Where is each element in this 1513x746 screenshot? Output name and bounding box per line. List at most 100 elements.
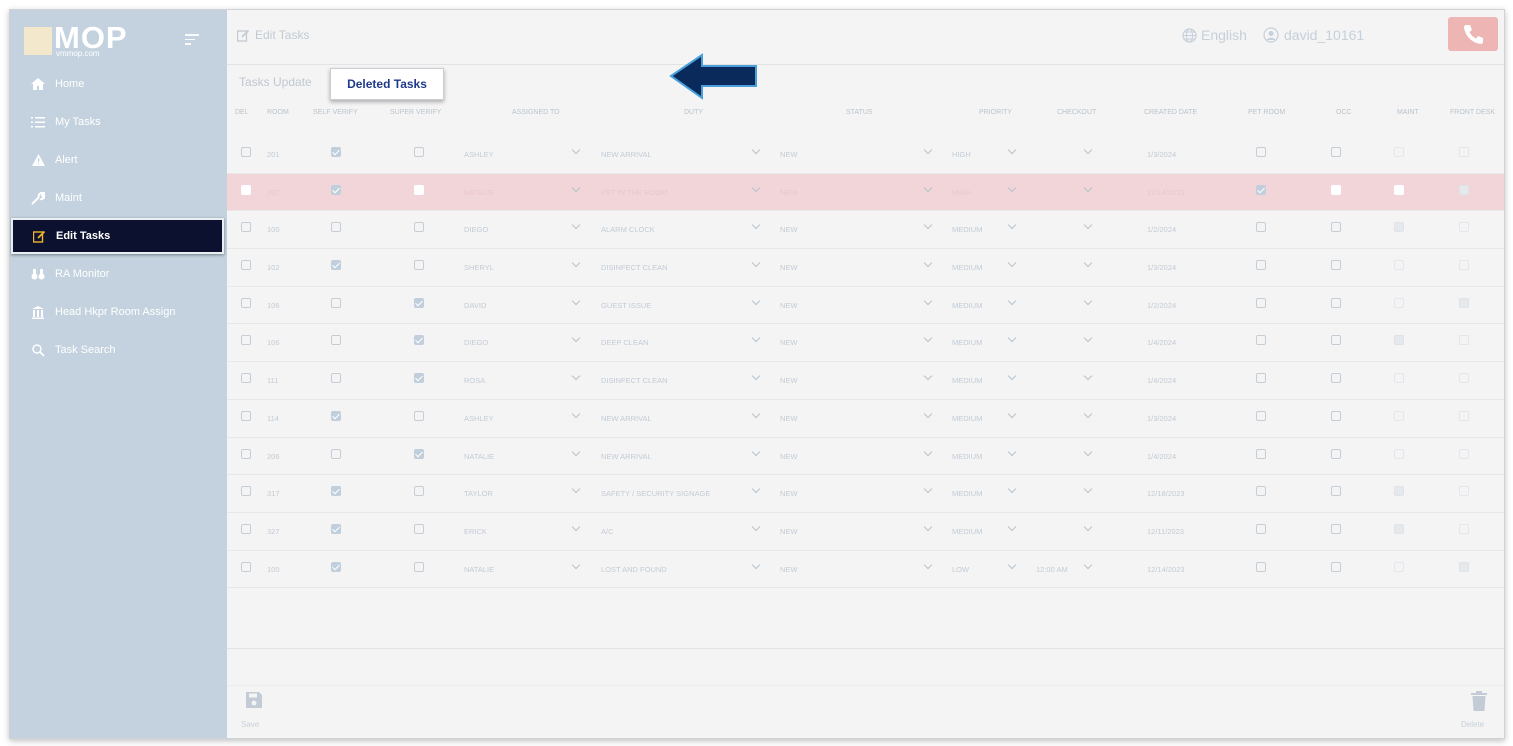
checkout-dropdown-icon[interactable] <box>1084 524 1092 532</box>
front-desk-checkbox[interactable] <box>1459 297 1469 308</box>
pet-room-checkbox[interactable] <box>1256 147 1266 157</box>
duty-dropdown-icon[interactable] <box>752 373 760 381</box>
table-row[interactable]: 317 TAYLOR SAFETY / SECURITY SIGNAGE NEW MED… <box>227 475 1504 513</box>
maint-checkbox[interactable] <box>1394 486 1404 497</box>
occ-checkbox[interactable] <box>1331 184 1341 195</box>
front-desk-checkbox[interactable] <box>1459 486 1469 497</box>
priority-dropdown-icon[interactable] <box>1008 260 1016 268</box>
sidebar-item-maint[interactable]: Maint <box>10 179 227 217</box>
self-verify-checkbox[interactable] <box>331 260 341 271</box>
priority-dropdown-icon[interactable] <box>1008 222 1016 230</box>
occ-checkbox[interactable] <box>1331 486 1341 497</box>
table-row[interactable]: 106 DIEGO DEEP CLEAN NEW MEDIUM 1/4/2024 <box>227 324 1504 363</box>
front-desk-checkbox[interactable] <box>1459 222 1469 233</box>
delete-checkbox[interactable] <box>241 335 251 346</box>
status-dropdown-icon[interactable] <box>924 449 932 457</box>
super-verify-checkbox[interactable] <box>414 410 424 421</box>
language-selector[interactable]: English <box>1182 27 1247 43</box>
pet-room-checkbox[interactable] <box>1256 561 1266 572</box>
table-row[interactable]: 102 SHERYL DISINFECT CLEAN NEW MEDIUM 1/3/202… <box>227 249 1504 287</box>
table-row[interactable]: 106 DAVID GUEST ISSUE NEW MEDIUM 1/2/2024 <box>227 287 1504 325</box>
checkout-dropdown-icon[interactable] <box>1084 449 1092 457</box>
occ-checkbox[interactable] <box>1331 222 1341 233</box>
front-desk-checkbox[interactable] <box>1459 561 1469 572</box>
delete-checkbox[interactable] <box>241 373 251 384</box>
status-dropdown-icon[interactable] <box>924 562 932 570</box>
checkout-dropdown-icon[interactable] <box>1084 298 1092 306</box>
sidebar-item-task-search[interactable]: Task Search <box>10 331 227 369</box>
phone-button[interactable] <box>1448 17 1498 51</box>
table-row[interactable]: 100 DIEGO ALARM CLOCK NEW MEDIUM 1/2/2024 <box>227 211 1504 250</box>
maint-checkbox[interactable] <box>1394 222 1404 233</box>
assigned-to-dropdown-icon[interactable] <box>572 524 580 532</box>
maint-checkbox[interactable] <box>1394 297 1404 308</box>
column-header[interactable]: SELF VERIFY <box>313 109 358 116</box>
assigned-to-dropdown-icon[interactable] <box>572 147 580 155</box>
front-desk-checkbox[interactable] <box>1459 335 1469 346</box>
duty-dropdown-icon[interactable] <box>752 524 760 532</box>
occ-checkbox[interactable] <box>1331 373 1341 384</box>
occ-checkbox[interactable] <box>1331 561 1341 572</box>
delete-checkbox[interactable] <box>241 297 251 308</box>
delete-button[interactable] <box>1467 691 1491 716</box>
column-header[interactable]: OCC <box>1336 109 1352 116</box>
super-verify-checkbox[interactable] <box>414 297 424 308</box>
pet-room-checkbox[interactable] <box>1256 410 1266 421</box>
self-verify-checkbox[interactable] <box>331 486 341 497</box>
column-header[interactable]: PET ROOM <box>1248 109 1285 116</box>
column-header[interactable]: PRIORITY <box>979 109 1012 116</box>
self-verify-checkbox[interactable] <box>331 184 341 195</box>
super-verify-checkbox[interactable] <box>414 523 424 534</box>
front-desk-checkbox[interactable] <box>1459 373 1469 384</box>
duty-dropdown-icon[interactable] <box>752 185 760 193</box>
maint-checkbox[interactable] <box>1394 410 1404 421</box>
checkout-dropdown-icon[interactable] <box>1084 185 1092 193</box>
assigned-to-dropdown-icon[interactable] <box>572 335 580 343</box>
delete-checkbox[interactable] <box>241 486 251 497</box>
column-header[interactable]: SUPER VERIFY <box>390 109 441 116</box>
table-row[interactable]: 327 ERICK A/C NEW MEDIUM 12/11/2023 <box>227 513 1504 551</box>
maint-checkbox[interactable] <box>1394 184 1404 195</box>
duty-dropdown-icon[interactable] <box>752 260 760 268</box>
front-desk-checkbox[interactable] <box>1459 184 1469 195</box>
occ-checkbox[interactable] <box>1331 297 1341 308</box>
front-desk-checkbox[interactable] <box>1459 448 1469 459</box>
checkout-dropdown-icon[interactable] <box>1084 222 1092 230</box>
status-dropdown-icon[interactable] <box>924 185 932 193</box>
status-dropdown-icon[interactable] <box>924 411 932 419</box>
pet-room-checkbox[interactable] <box>1256 222 1266 233</box>
status-dropdown-icon[interactable] <box>924 260 932 268</box>
column-header[interactable]: DUTY <box>684 109 703 116</box>
front-desk-checkbox[interactable] <box>1459 260 1469 271</box>
pet-room-checkbox[interactable] <box>1256 297 1266 308</box>
super-verify-checkbox[interactable] <box>414 448 424 459</box>
front-desk-checkbox[interactable] <box>1459 523 1469 534</box>
delete-checkbox[interactable] <box>241 448 251 459</box>
assigned-to-dropdown-icon[interactable] <box>572 298 580 306</box>
status-dropdown-icon[interactable] <box>924 335 932 343</box>
self-verify-checkbox[interactable] <box>331 373 341 384</box>
status-dropdown-icon[interactable] <box>924 298 932 306</box>
self-verify-checkbox[interactable] <box>331 448 341 459</box>
table-row[interactable]: 206 NATALIE NEW ARRIVAL NEW MEDIUM 1/4/2024 <box>227 438 1504 476</box>
column-header[interactable]: ROOM <box>267 109 289 116</box>
occ-checkbox[interactable] <box>1331 523 1341 534</box>
maint-checkbox[interactable] <box>1394 260 1404 271</box>
super-verify-checkbox[interactable] <box>414 486 424 497</box>
front-desk-checkbox[interactable] <box>1459 410 1469 421</box>
column-header[interactable]: CREATED DATE <box>1144 109 1197 116</box>
self-verify-checkbox[interactable] <box>331 335 341 346</box>
pet-room-checkbox[interactable] <box>1256 486 1266 497</box>
column-header[interactable]: DEL <box>235 109 249 116</box>
self-verify-checkbox[interactable] <box>331 222 341 233</box>
priority-dropdown-icon[interactable] <box>1008 335 1016 343</box>
super-verify-checkbox[interactable] <box>414 561 424 572</box>
priority-dropdown-icon[interactable] <box>1008 486 1016 494</box>
priority-dropdown-icon[interactable] <box>1008 562 1016 570</box>
super-verify-checkbox[interactable] <box>414 260 424 271</box>
duty-dropdown-icon[interactable] <box>752 411 760 419</box>
maint-checkbox[interactable] <box>1394 561 1404 572</box>
duty-dropdown-icon[interactable] <box>752 147 760 155</box>
delete-checkbox[interactable] <box>241 147 251 157</box>
sidebar-item-edit-tasks[interactable]: Edit Tasks <box>11 218 224 254</box>
